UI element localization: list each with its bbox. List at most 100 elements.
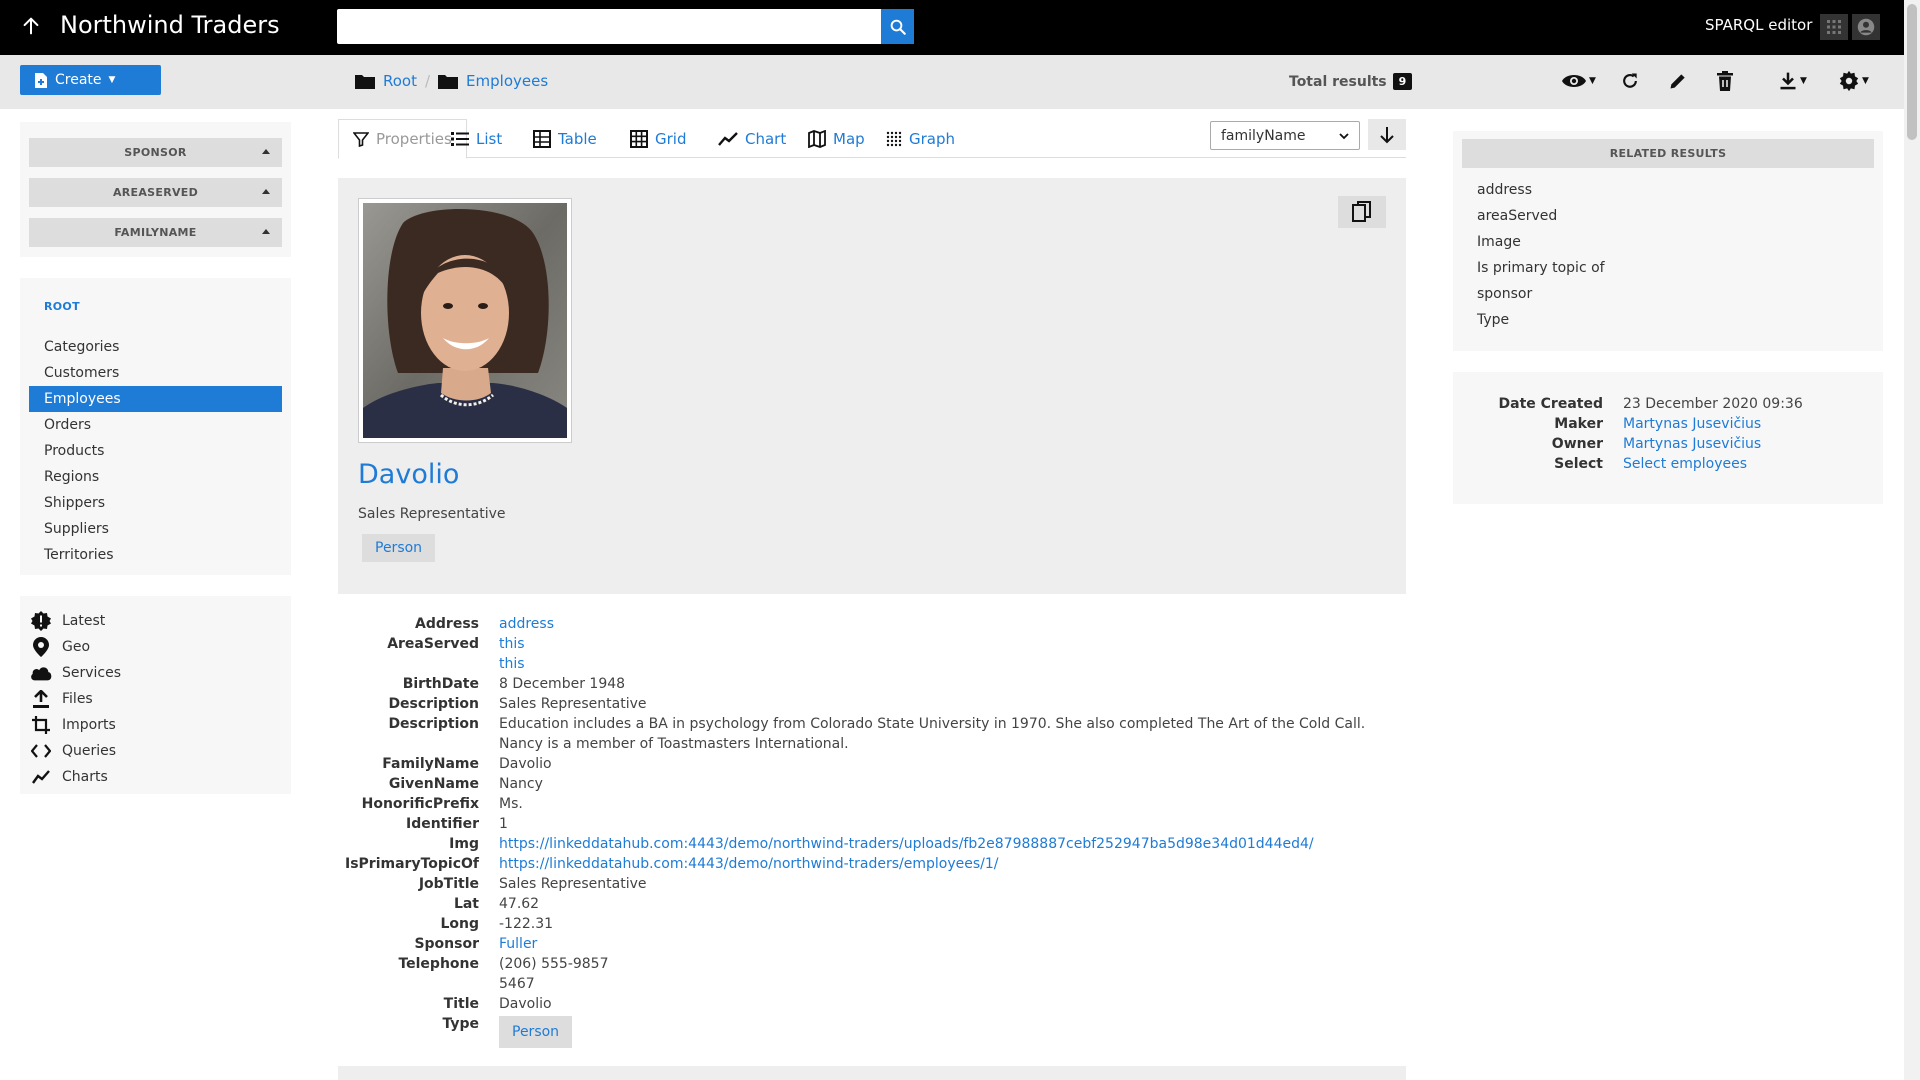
tab-map[interactable]: Map [794, 119, 879, 159]
metadata-value: 23 December 2020 09:36 [1623, 396, 1803, 412]
tab-table[interactable]: Table [519, 119, 611, 159]
property-value-link[interactable]: this [499, 654, 1389, 674]
view-mode-button[interactable]: ▼ [1561, 69, 1596, 93]
nav-item-shippers[interactable]: Shippers [29, 490, 282, 516]
order-by-select[interactable]: familyName [1210, 121, 1360, 150]
property-row: HonorificPrefix Ms. [338, 794, 1406, 814]
caret-down-icon: ▼ [1862, 76, 1869, 86]
facet-areaserved[interactable]: AREASERVED [29, 178, 282, 207]
search-input[interactable] [337, 9, 881, 44]
tab-label: List [476, 130, 503, 148]
sort-direction-button[interactable] [1368, 119, 1406, 150]
property-row: Long -122.31 [338, 914, 1406, 934]
related-result-item[interactable]: areaServed [1477, 203, 1874, 229]
tab-label: Chart [745, 130, 787, 148]
tool-imports[interactable]: Imports [30, 712, 281, 738]
metadata-key: Date Created [1498, 396, 1603, 412]
breadcrumb-item-employees[interactable]: Employees [438, 72, 548, 90]
facet-sponsor[interactable]: SPONSOR [29, 138, 282, 167]
caret-up-icon [262, 229, 270, 234]
chart-line-icon [30, 770, 52, 784]
property-key: Sponsor [414, 936, 479, 952]
tool-services[interactable]: Services [30, 660, 281, 686]
property-row: Telephone (206) 555-9857 5467 [338, 954, 1406, 994]
tool-queries[interactable]: Queries [30, 738, 281, 764]
property-value-link[interactable]: address [499, 614, 1389, 634]
property-value-link[interactable]: https://linkeddatahub.com:4443/demo/nort… [499, 834, 1389, 854]
nav-item-customers[interactable]: Customers [29, 360, 282, 386]
type-badge[interactable]: Person [499, 1016, 573, 1048]
delete-button[interactable] [1716, 69, 1734, 93]
settings-button[interactable]: ▼ [1838, 69, 1869, 93]
property-value-text: 1 [499, 816, 508, 832]
resource-title[interactable]: Davolio [358, 459, 459, 490]
resource-photo[interactable] [358, 198, 572, 443]
nav-item-suppliers[interactable]: Suppliers [29, 516, 282, 542]
sparql-editor-link[interactable]: SPARQL editor [1705, 16, 1812, 34]
facet-familyname[interactable]: FAMILYNAME [29, 218, 282, 247]
property-list: Address address AreaServed this this BirthDat… [338, 614, 1406, 1050]
property-value-text: 47.62 [499, 896, 540, 912]
upload-icon [30, 690, 52, 708]
related-result-item[interactable]: Type [1477, 307, 1874, 333]
tool-geo[interactable]: Geo [30, 634, 281, 660]
search-button[interactable] [881, 9, 914, 44]
property-value: this this [499, 634, 1389, 674]
tool-files[interactable]: Files [30, 686, 281, 712]
property-row: Identifier 1 [338, 814, 1406, 834]
related-result-item[interactable]: sponsor [1477, 281, 1874, 307]
property-value: -122.31 [499, 914, 1389, 934]
type-badge[interactable]: Person [362, 534, 436, 562]
related-result-item[interactable]: address [1477, 177, 1874, 203]
scrollbar-thumb[interactable] [1907, 4, 1917, 140]
property-key: AreaServed [387, 636, 479, 652]
nav-root-link[interactable]: ROOT [29, 300, 282, 322]
property-value-link[interactable]: https://linkeddatahub.com:4443/demo/nort… [499, 854, 1389, 874]
metadata-value-link[interactable]: Martynas Jusevičius [1623, 434, 1761, 454]
edit-button[interactable] [1668, 69, 1688, 93]
property-row: IsPrimaryTopicOf https://linkeddatahub.co… [338, 854, 1406, 874]
user-button[interactable] [1852, 14, 1880, 40]
property-value-link[interactable]: Fuller [499, 934, 1389, 954]
tab-list[interactable]: List [437, 119, 516, 159]
page-scrollbar[interactable] [1904, 0, 1920, 1080]
property-value-link[interactable]: this [499, 634, 1389, 654]
action-bar: Create ▼ Root / Employees Total results … [0, 55, 1904, 109]
resource-card: Davolio Sales Representative Person [338, 178, 1406, 594]
tab-grid[interactable]: Grid [616, 119, 700, 159]
refresh-button[interactable] [1620, 69, 1640, 93]
create-button[interactable]: Create ▼ [20, 65, 161, 95]
app-brand[interactable]: Northwind Traders [60, 11, 280, 39]
code-icon [30, 744, 52, 758]
nav-item-territories[interactable]: Territories [29, 542, 282, 568]
tab-chart[interactable]: Chart [704, 119, 800, 159]
related-result-item[interactable]: Image [1477, 229, 1874, 255]
property-value: Davolio [499, 994, 1389, 1014]
facet-label: SPONSOR [124, 146, 187, 159]
tool-charts[interactable]: Charts [30, 764, 281, 790]
related-results-panel: RELATED RESULTS address areaServed Image Is… [1453, 131, 1883, 351]
property-row: GivenName Nancy [338, 774, 1406, 794]
related-result-item[interactable]: Is primary topic of [1477, 255, 1874, 281]
metadata-value-link[interactable]: Select employees [1623, 454, 1747, 474]
copy-uri-button[interactable] [1338, 196, 1386, 228]
resource-description: Sales Representative [358, 506, 506, 522]
related-results-list: address areaServed Image Is primary topic o… [1462, 177, 1874, 333]
nav-item-categories[interactable]: Categories [29, 334, 282, 360]
nav-item-regions[interactable]: Regions [29, 464, 282, 490]
property-key: GivenName [388, 776, 479, 792]
breadcrumb-item-root[interactable]: Root [355, 72, 417, 90]
nav-item-orders[interactable]: Orders [29, 412, 282, 438]
property-value: 47.62 [499, 894, 1389, 914]
property-value: (206) 555-9857 5467 [499, 954, 1389, 994]
tool-latest[interactable]: Latest [30, 608, 281, 634]
apps-button[interactable] [1820, 14, 1848, 40]
tab-graph[interactable]: Graph [872, 119, 969, 159]
metadata-value-link[interactable]: Martynas Jusevičius [1623, 414, 1761, 434]
export-button[interactable]: ▼ [1778, 69, 1807, 93]
nav-item-employees[interactable]: Employees [29, 386, 282, 412]
arrow-up-icon[interactable] [20, 15, 42, 37]
tool-label: Imports [62, 717, 116, 733]
tab-label: Graph [909, 130, 956, 148]
nav-item-products[interactable]: Products [29, 438, 282, 464]
